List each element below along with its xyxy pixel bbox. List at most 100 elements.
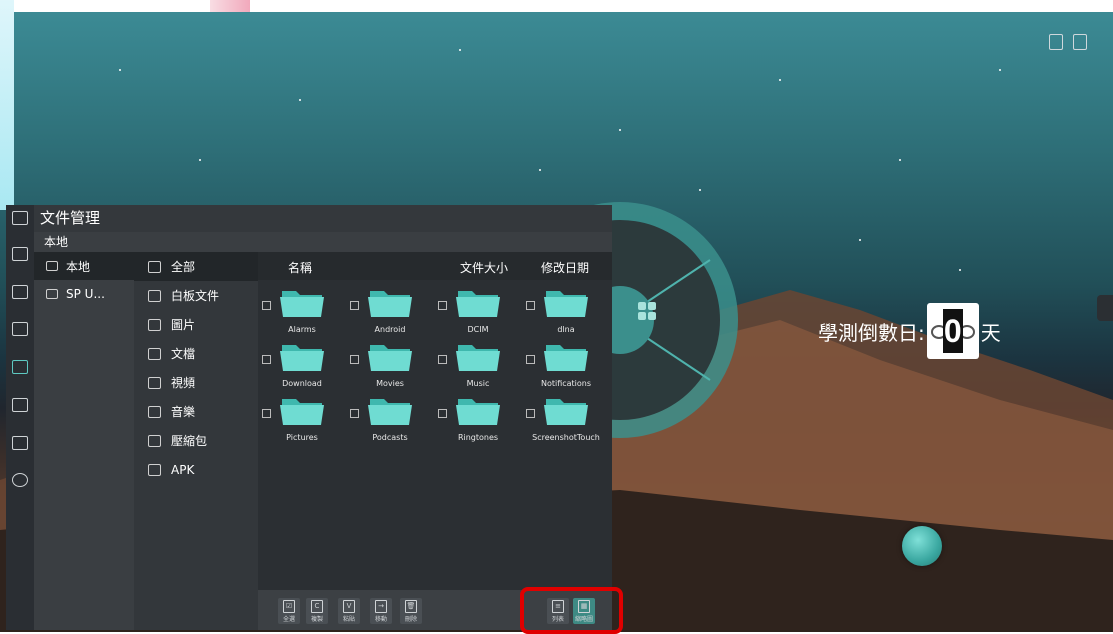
sort-name[interactable]: 名稱 [288, 259, 312, 276]
nav-local[interactable]: 本地 [34, 252, 134, 280]
folder-item[interactable]: Music [434, 339, 522, 395]
category-images[interactable]: 圖片 [134, 310, 258, 339]
monitor-icon [46, 261, 58, 271]
system-sidebar [6, 205, 34, 630]
folder-icon [544, 291, 588, 317]
flip-digit: 0 [926, 303, 979, 359]
floating-ball-button[interactable] [902, 526, 942, 566]
folder-icon [368, 345, 412, 371]
countdown-unit: 天 [980, 320, 1001, 345]
side-panel-toggle[interactable] [1097, 295, 1113, 321]
folder-icon [456, 345, 500, 371]
folder-name: ScreenshotTouch [532, 433, 600, 442]
category-video[interactable]: 視頻 [134, 368, 258, 397]
select-checkbox[interactable] [526, 409, 535, 418]
sort-size[interactable]: 文件大小 [460, 259, 508, 276]
status-icons [1049, 34, 1087, 50]
select-checkbox[interactable] [438, 409, 447, 418]
keyboard-icon[interactable] [12, 436, 28, 450]
column-header: 名稱 文件大小 修改日期 [258, 252, 612, 280]
home-icon[interactable] [12, 285, 28, 299]
exam-countdown: 學測倒數日: 0 天 [818, 303, 1001, 359]
nav-usb[interactable]: SP U... [34, 280, 134, 308]
paste-button[interactable]: V 粘貼 [338, 598, 360, 624]
highlight-box [520, 587, 623, 634]
folder-icon [368, 399, 412, 425]
folder-icon [280, 399, 324, 425]
storage-icon[interactable] [12, 398, 28, 412]
usb-icon [46, 289, 58, 299]
folder-name: Download [282, 379, 322, 388]
folder-name: Movies [376, 379, 404, 388]
monitor-icon [1073, 34, 1087, 50]
folder-name: Podcasts [372, 433, 408, 442]
decor-left-strip [0, 0, 14, 210]
select-checkbox[interactable] [526, 301, 535, 310]
folder-icon [544, 345, 588, 371]
folder-item[interactable]: Alarms [258, 285, 346, 341]
select-checkbox[interactable] [262, 301, 271, 310]
folder-item[interactable]: dlna [522, 285, 610, 341]
category-documents[interactable]: 文檔 [134, 339, 258, 368]
folder-item[interactable]: Ringtones [434, 393, 522, 449]
all-icon [148, 260, 161, 273]
select-all-button[interactable]: ☑ 全選 [278, 598, 300, 624]
move-button[interactable]: → 移動 [370, 598, 392, 624]
select-checkbox[interactable] [526, 355, 535, 364]
folder-icon[interactable] [12, 360, 28, 374]
image-icon [148, 318, 161, 331]
archive-icon [148, 434, 161, 447]
location-breadcrumb: 本地 [34, 232, 612, 252]
power-icon[interactable] [12, 473, 28, 487]
category-archive[interactable]: 壓縮包 [134, 426, 258, 455]
document-icon [148, 347, 161, 360]
folder-icon [456, 399, 500, 425]
folder-name: DCIM [467, 325, 489, 334]
back-icon[interactable] [12, 247, 28, 261]
delete-button[interactable]: 🗑 刪除 [400, 598, 422, 624]
copy-button[interactable]: C 複製 [306, 598, 328, 624]
file-manager-window: 文件管理 本地 本地 SP U... 全部 白板文件 圖片 文檔 視頻 音樂 壓… [34, 205, 612, 630]
music-icon [148, 405, 161, 418]
folder-name: Android [374, 325, 406, 334]
folder-item[interactable]: Android [346, 285, 434, 341]
folder-name: Ringtones [457, 433, 499, 442]
category-music[interactable]: 音樂 [134, 397, 258, 426]
folder-item[interactable]: ScreenshotTouch [522, 393, 610, 449]
select-checkbox[interactable] [438, 355, 447, 364]
select-checkbox[interactable] [350, 355, 359, 364]
folder-item[interactable]: Movies [346, 339, 434, 395]
folder-item[interactable]: Download [258, 339, 346, 395]
select-checkbox[interactable] [438, 301, 447, 310]
select-checkbox[interactable] [350, 301, 359, 310]
whiteboard-icon [148, 289, 161, 302]
brand-icon[interactable] [12, 211, 28, 225]
category-all[interactable]: 全部 [134, 252, 258, 281]
apk-icon [148, 463, 161, 476]
folder-icon [280, 345, 324, 371]
category-apk[interactable]: APK [134, 455, 258, 484]
window-title: 文件管理 [34, 205, 612, 232]
folder-item[interactable]: Podcasts [346, 393, 434, 449]
top-strip [0, 0, 1113, 12]
folder-name: Alarms [288, 325, 316, 334]
folder-name: Music [466, 379, 490, 388]
storage-nav: 本地 SP U... [34, 252, 134, 630]
sort-modified[interactable]: 修改日期 [541, 259, 589, 276]
settings-icon[interactable] [12, 322, 28, 336]
folder-name: dlna [557, 325, 575, 334]
category-list: 全部 白板文件 圖片 文檔 視頻 音樂 壓縮包 APK [134, 252, 258, 630]
folder-name: Notifications [540, 379, 592, 388]
decor-streak [210, 0, 250, 12]
file-list-pane: 名稱 文件大小 修改日期 Alarms Android DCIM dlna Downlo… [258, 252, 612, 630]
folder-item[interactable]: Pictures [258, 393, 346, 449]
folder-item[interactable]: DCIM [434, 285, 522, 341]
video-icon [148, 376, 161, 389]
folder-icon [280, 291, 324, 317]
select-checkbox[interactable] [350, 409, 359, 418]
select-checkbox[interactable] [262, 409, 271, 418]
select-checkbox[interactable] [262, 355, 271, 364]
category-whiteboard[interactable]: 白板文件 [134, 281, 258, 310]
folder-item[interactable]: Notifications [522, 339, 610, 395]
usb-icon [1049, 34, 1063, 50]
